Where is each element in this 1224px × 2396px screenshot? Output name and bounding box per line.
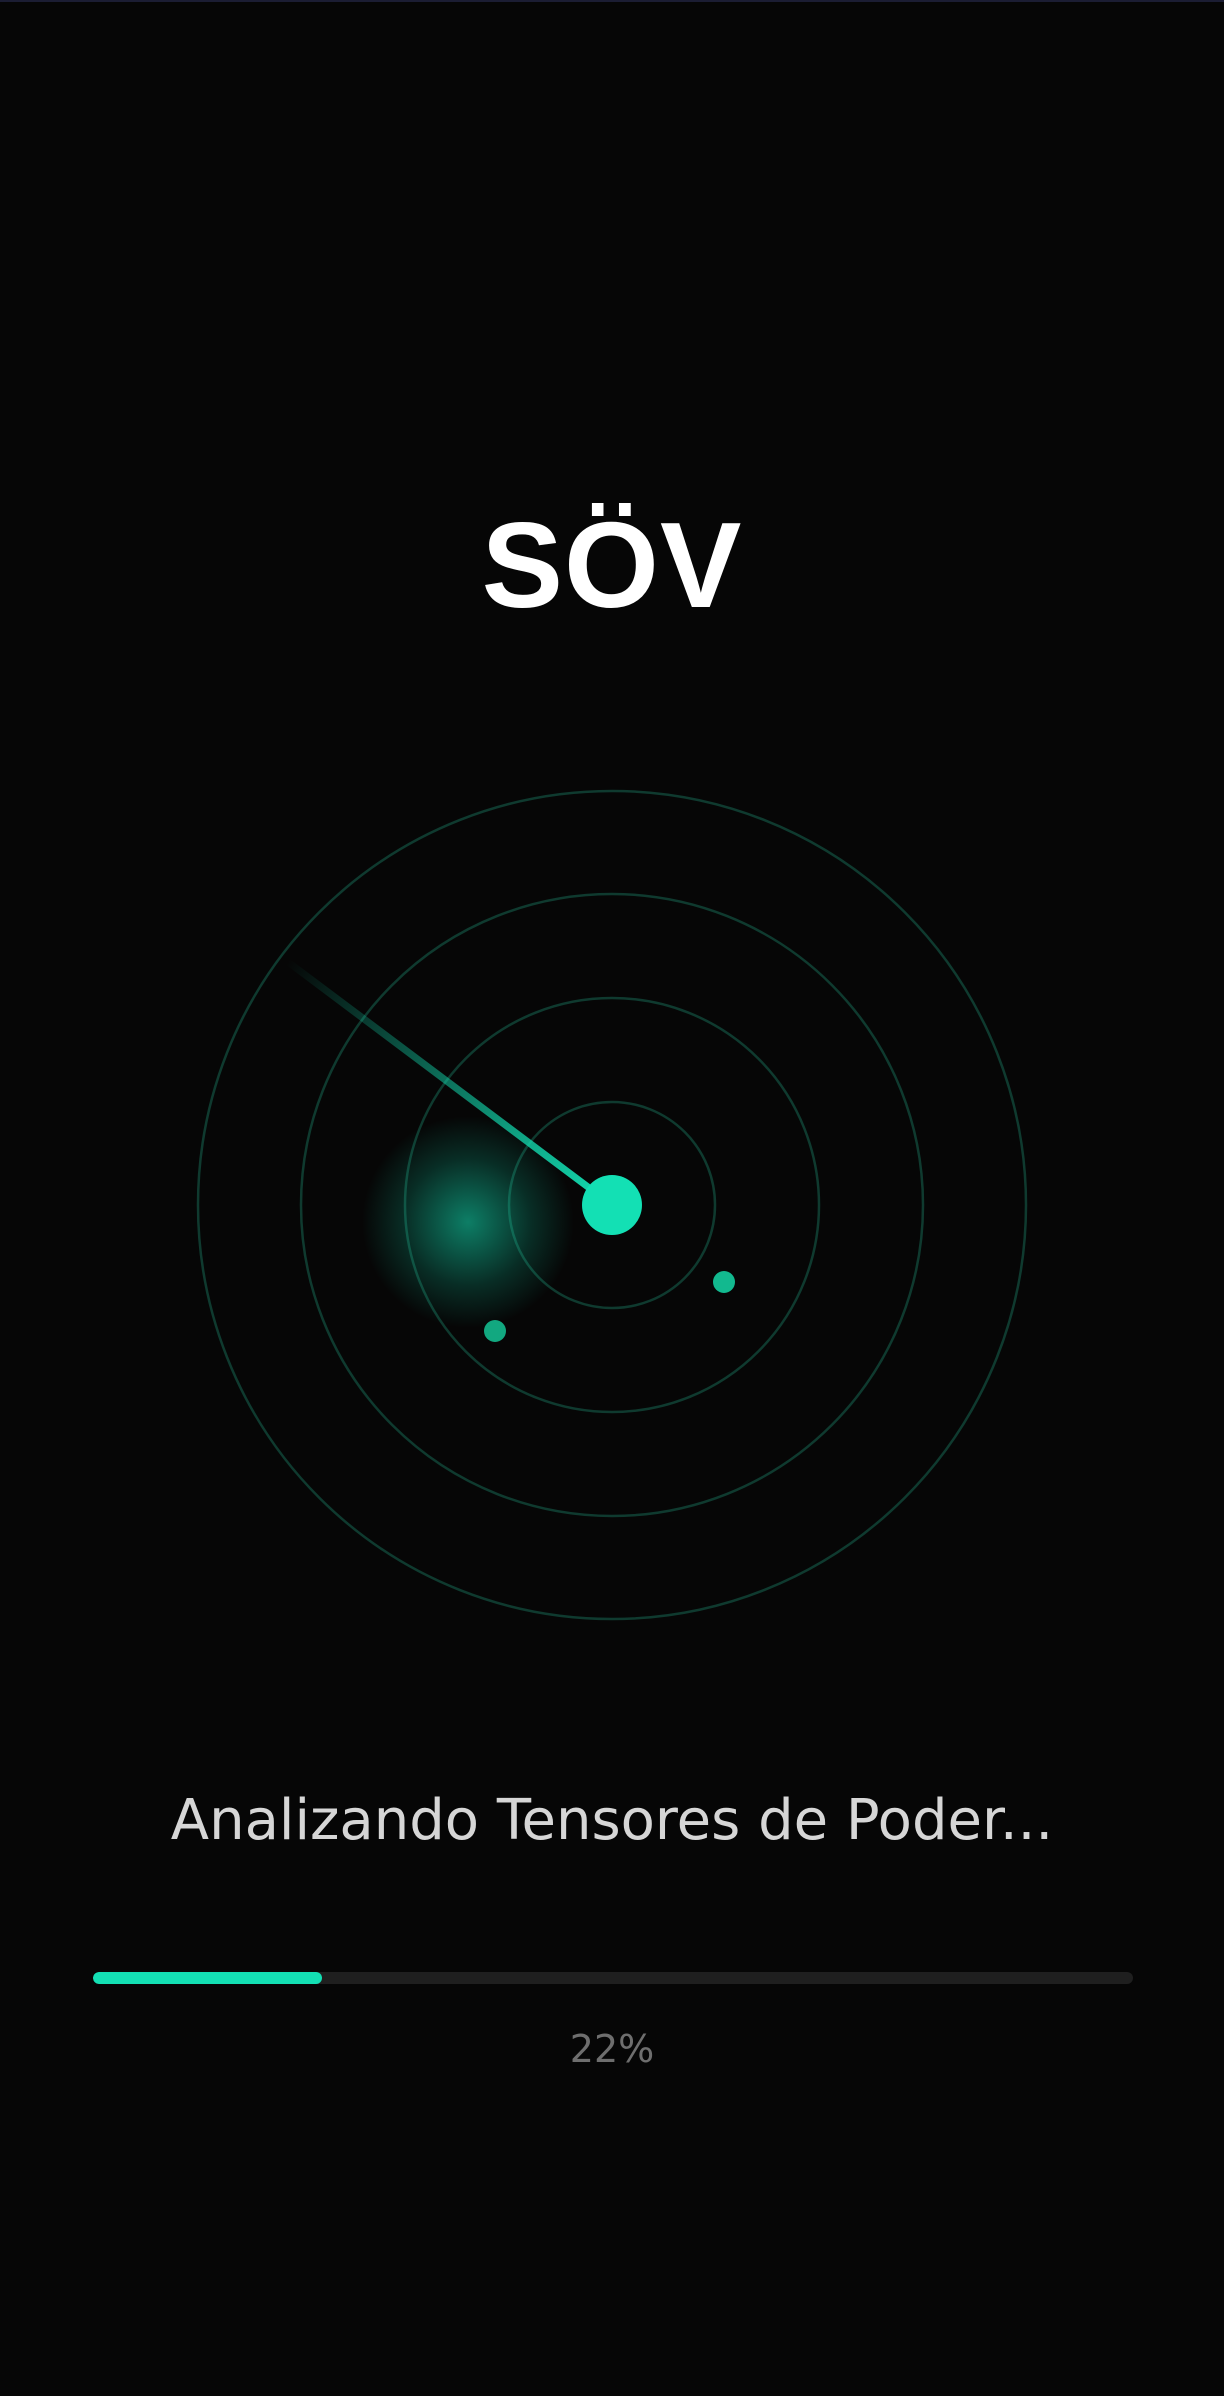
status-bar-edge	[0, 0, 1224, 2]
radar-icon	[196, 789, 1028, 1621]
radar-glow	[362, 1116, 574, 1328]
radar-blip	[713, 1271, 735, 1293]
radar-blip	[484, 1320, 506, 1342]
progress-bar-fill	[93, 1972, 322, 1984]
progress-bar	[93, 1972, 1133, 1984]
loading-status-text: Analizando Tensores de Poder...	[170, 1788, 1054, 1853]
progress-percent: 22%	[569, 2027, 655, 2071]
app-logo: SÖV	[481, 497, 743, 633]
radar-center-dot	[582, 1175, 642, 1235]
